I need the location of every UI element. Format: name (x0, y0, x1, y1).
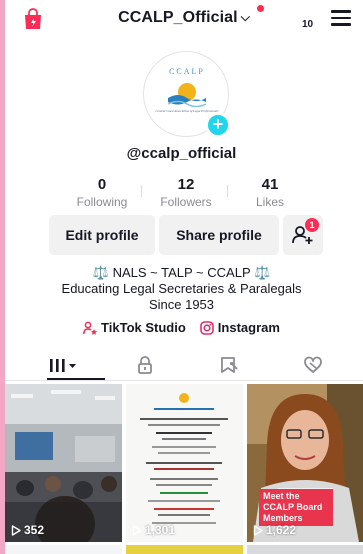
instagram-icon (199, 320, 214, 335)
stat-likes[interactable]: 41 Likes (225, 176, 315, 209)
video-thumbnail (5, 384, 122, 542)
video-tile-partial[interactable] (126, 545, 243, 554)
video-tile[interactable]: Meet the CCALP Board Members 1,622 (247, 384, 363, 542)
tab-reposts[interactable] (219, 355, 249, 375)
video-view-count: 1,301 (132, 523, 175, 537)
lock-icon (138, 356, 152, 374)
tab-private[interactable] (135, 355, 165, 375)
share-profile-button[interactable]: Share profile (159, 215, 279, 255)
active-tab-indicator (47, 378, 105, 380)
account-name-label: CCALP_Official (118, 9, 238, 26)
stat-likes-value: 41 (261, 176, 279, 193)
stat-followers-label: Followers (160, 195, 212, 209)
video-tile[interactable]: 352 (5, 384, 122, 542)
hamburger-menu-icon[interactable] (331, 10, 351, 26)
play-outline-icon (11, 524, 21, 536)
account-notification-dot (257, 5, 264, 12)
studio-person-icon (83, 321, 98, 335)
add-avatar-plus-icon[interactable]: + (206, 113, 230, 137)
tab-videos[interactable] (49, 355, 79, 375)
stat-following[interactable]: 0 Following (57, 176, 147, 209)
tiktok-studio-label: TikTok Studio (101, 320, 186, 335)
edit-profile-button[interactable]: Edit profile (49, 215, 155, 255)
video-view-count: 1,622 (253, 523, 296, 537)
bio-line-1: ⚖️ NALS ~ TALP ~ CCALP ⚖️ (92, 265, 271, 280)
video-tile-partial[interactable] (247, 545, 363, 554)
notification-count[interactable]: 10 (302, 19, 313, 30)
video-thumbnail (126, 384, 243, 542)
username: @ccalp_official (126, 145, 237, 162)
add-friends-badge: 1 (305, 218, 319, 232)
video-caption: Meet the CCALP Board Members (259, 489, 333, 526)
liked-heart-icon (304, 356, 322, 373)
stat-likes-label: Likes (255, 195, 284, 209)
avatar-org-full: Central Coast Association of Legal Profe… (156, 109, 220, 113)
play-outline-icon (132, 524, 142, 536)
stat-followers-value: 12 (177, 176, 195, 193)
bio-line-3: Since 1953 (148, 297, 215, 312)
video-tile[interactable]: 1,301 (126, 384, 243, 542)
stat-followers[interactable]: 12 Followers (141, 176, 231, 209)
video-grid: 352 1,301 Meet the CCALP Board Members 1… (5, 384, 363, 554)
video-view-count: 352 (11, 523, 44, 537)
video-views-label: 1,622 (266, 523, 297, 537)
bio-line-2: Educating Legal Secretaries & Paralegals (61, 281, 302, 296)
repost-icon (221, 357, 238, 373)
video-views-label: 1,301 (145, 523, 176, 537)
profile-links: TikTok Studio Instagram (0, 320, 363, 335)
tab-liked[interactable] (303, 355, 333, 375)
profile-header: CCALP_Official ⌵ 10 (5, 0, 363, 38)
videos-grid-icon (50, 359, 76, 372)
instagram-link[interactable]: Instagram (199, 320, 280, 335)
play-outline-icon (253, 524, 263, 536)
video-views-label: 352 (24, 523, 45, 537)
stat-following-value: 0 (97, 176, 107, 193)
video-tile-partial[interactable] (5, 545, 122, 554)
chevron-down-icon: ⌵ (240, 10, 250, 24)
stat-following-label: Following (76, 195, 128, 209)
profile-tabs (5, 349, 363, 381)
tiktok-studio-link[interactable]: TikTok Studio (83, 320, 186, 335)
avatar-org-short: CCALP (169, 67, 205, 76)
instagram-label: Instagram (217, 320, 280, 335)
